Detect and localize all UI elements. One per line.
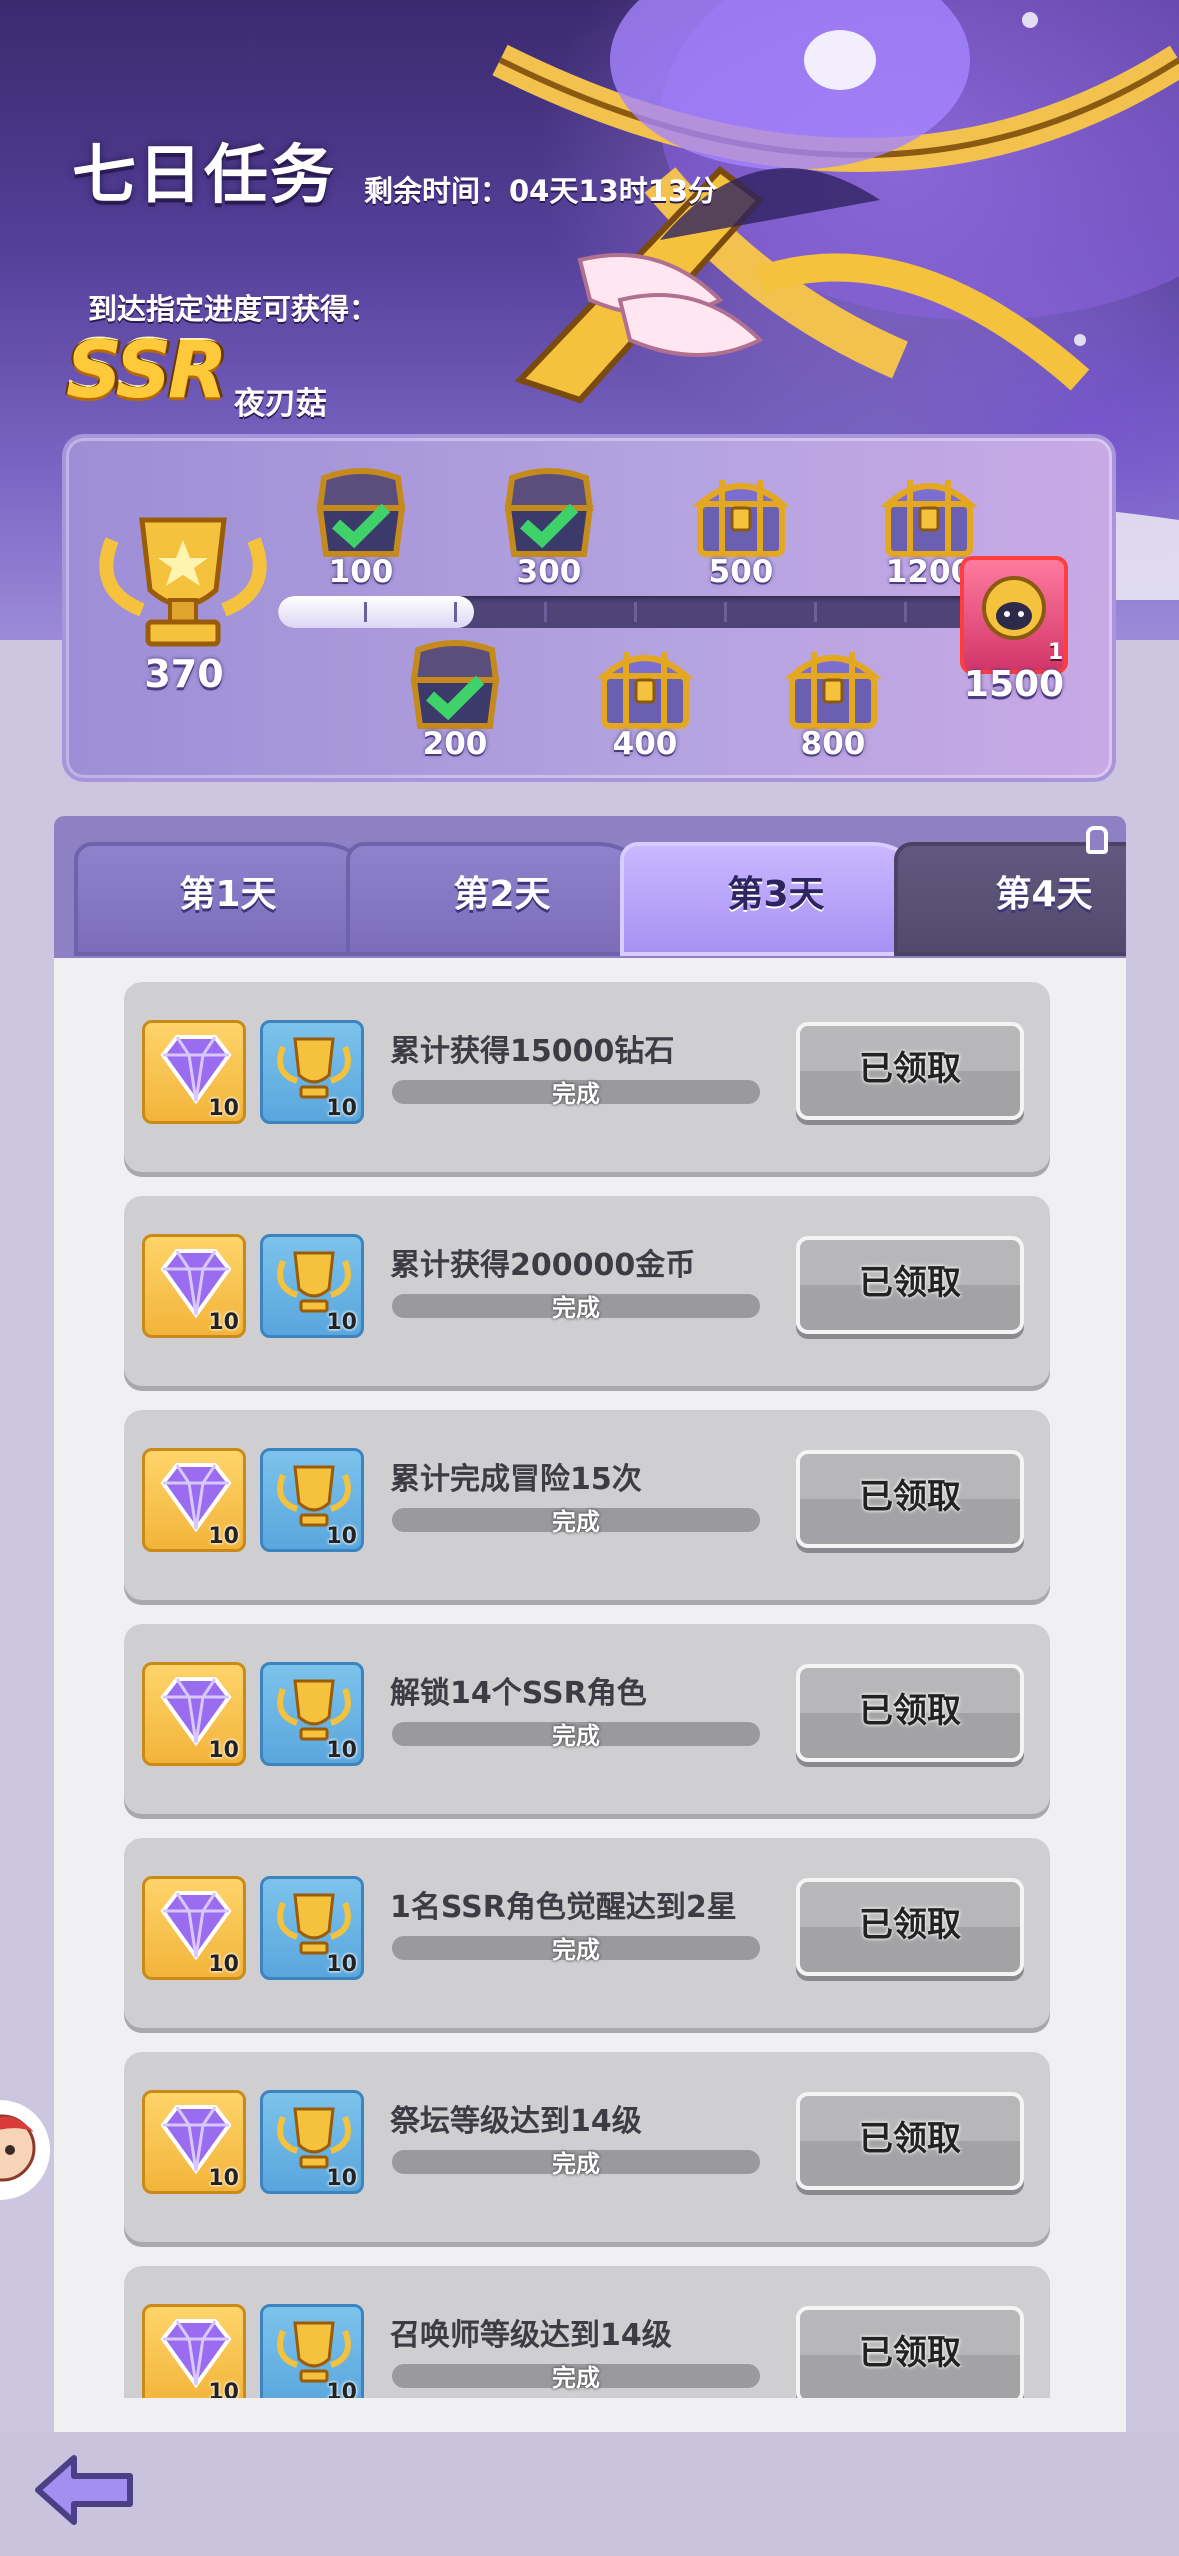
claimed-button[interactable]: 已领取 (796, 2092, 1024, 2190)
tab-day-2[interactable]: 第2天 (346, 842, 658, 956)
milestone-500[interactable]: 500 (686, 468, 796, 618)
treasure-chest-icon (880, 480, 978, 557)
helper-avatar-icon[interactable] (0, 2088, 54, 2212)
task-row: 10 10 1名SSR角色觉醒达到2星 完成 已领取 (124, 1838, 1050, 2028)
task-row: 10 10 累计完成冒险15次 完成 已领取 (124, 1410, 1050, 1600)
milestone-300[interactable]: 300 (494, 468, 604, 618)
tab-day-1[interactable]: 第1天 (74, 842, 382, 956)
milestone-400[interactable]: 400 (590, 640, 700, 790)
tab-day-3[interactable]: 第3天 (620, 842, 932, 956)
milestone-label: 100 (328, 554, 394, 590)
milestone-label: 400 (612, 726, 678, 762)
diamond-reward[interactable]: 10 (142, 1448, 246, 1552)
trophy-reward[interactable]: 10 (260, 2304, 364, 2398)
treasure-chest-icon (692, 480, 790, 557)
task-status: 完成 (552, 2364, 600, 2392)
task-title: 召唤师等级达到14级 (390, 2318, 672, 2353)
reward-qty: 10 (326, 2380, 357, 2398)
back-arrow-icon[interactable] (30, 2448, 140, 2532)
task-status: 完成 (552, 1936, 600, 1964)
time-remaining: 剩余时间：04天13时13分 (364, 174, 718, 208)
open-chest-icon (316, 468, 406, 557)
task-status: 完成 (552, 1080, 600, 1108)
claimed-button[interactable]: 已领取 (796, 1664, 1024, 1762)
task-status: 完成 (552, 1294, 600, 1322)
treasure-chest-icon (784, 652, 882, 729)
reward-qty: 10 (208, 1738, 239, 1763)
final-reward-qty: 1 (1048, 640, 1064, 665)
current-points: 370 (144, 652, 224, 696)
milestone-label: 500 (708, 554, 774, 590)
task-row: 10 10 累计获得200000金币 完成 已领取 (124, 1196, 1050, 1386)
diamond-reward[interactable]: 10 (142, 2304, 246, 2398)
task-list[interactable]: 10 10 累计获得15000钻石 完成 已领取 10 10 累计获得20000… (54, 958, 1126, 2398)
task-status: 完成 (552, 1722, 600, 1750)
reward-character-name: 夜刃菇 (234, 386, 327, 422)
reward-qty: 10 (326, 1738, 357, 1763)
task-row: 10 10 累计获得15000钻石 完成 已领取 (124, 982, 1050, 1172)
task-status: 完成 (552, 2150, 600, 2178)
trophy-reward[interactable]: 10 (260, 1448, 364, 1552)
reward-qty: 10 (326, 1096, 357, 1121)
milestone-label: 300 (516, 554, 582, 590)
trophy-reward[interactable]: 10 (260, 1876, 364, 1980)
claimed-button[interactable]: 已领取 (796, 1022, 1024, 1120)
claimed-button[interactable]: 已领取 (796, 2306, 1024, 2398)
milestone-200[interactable]: 200 (400, 640, 510, 790)
final-milestone-label: 1500 (963, 664, 1065, 705)
milestone-label: 800 (800, 726, 866, 762)
reward-qty: 10 (326, 2166, 357, 2191)
task-title: 祭坛等级达到14级 (390, 2104, 642, 2139)
diamond-reward[interactable]: 10 (142, 1662, 246, 1766)
milestone-800[interactable]: 800 (778, 640, 888, 790)
tab-day-4[interactable]: 第4天 (894, 842, 1126, 956)
track-tick (814, 602, 817, 622)
reward-qty: 10 (208, 1096, 239, 1121)
reward-qty: 10 (326, 1524, 357, 1549)
lock-icon (1086, 826, 1108, 854)
reward-qty: 10 (326, 1952, 357, 1977)
ssr-rarity-badge: SSR (66, 326, 228, 416)
reward-qty: 10 (208, 1952, 239, 1977)
task-title: 累计完成冒险15次 (390, 1462, 642, 1497)
task-title: 1名SSR角色觉醒达到2星 (390, 1890, 737, 1925)
day-tabs: 第1天 第2天 第3天 第4天 (54, 816, 1126, 958)
trophy-reward[interactable]: 10 (260, 2090, 364, 2194)
open-chest-icon (504, 468, 594, 557)
treasure-chest-icon (596, 652, 694, 729)
diamond-reward[interactable]: 10 (142, 1020, 246, 1124)
reward-qty: 10 (208, 2380, 239, 2398)
points-trophy-icon (99, 517, 267, 647)
task-title: 累计获得200000金币 (390, 1248, 696, 1283)
task-row: 10 10 解锁14个SSR角色 完成 已领取 (124, 1624, 1050, 1814)
task-title: 解锁14个SSR角色 (390, 1676, 647, 1711)
track-tick (454, 602, 457, 622)
task-title: 累计获得15000钻石 (390, 1034, 675, 1069)
trophy-reward[interactable]: 10 (260, 1662, 364, 1766)
trophy-reward[interactable]: 10 (260, 1234, 364, 1338)
claimed-button[interactable]: 已领取 (796, 1878, 1024, 1976)
reward-hint: 到达指定进度可获得： (88, 292, 379, 326)
milestone-label: 200 (422, 726, 488, 762)
footer-bar (0, 2432, 1179, 2556)
task-status: 完成 (552, 1508, 600, 1536)
claimed-button[interactable]: 已领取 (796, 1236, 1024, 1334)
reward-qty: 10 (208, 1524, 239, 1549)
trophy-reward[interactable]: 10 (260, 1020, 364, 1124)
milestone-100[interactable]: 100 (306, 468, 416, 618)
page-title: 七日任务 (72, 139, 336, 213)
reward-qty: 10 (208, 1310, 239, 1335)
diamond-reward[interactable]: 10 (142, 1876, 246, 1980)
diamond-reward[interactable]: 10 (142, 1234, 246, 1338)
open-chest-icon (410, 640, 500, 729)
track-tick (634, 602, 637, 622)
reward-qty: 10 (326, 1310, 357, 1335)
task-row: 10 10 祭坛等级达到14级 完成 已领取 (124, 2052, 1050, 2242)
task-row: 10 10 召唤师等级达到14级 完成 已领取 (124, 2266, 1050, 2398)
reward-qty: 10 (208, 2166, 239, 2191)
claimed-button[interactable]: 已领取 (796, 1450, 1024, 1548)
diamond-reward[interactable]: 10 (142, 2090, 246, 2194)
